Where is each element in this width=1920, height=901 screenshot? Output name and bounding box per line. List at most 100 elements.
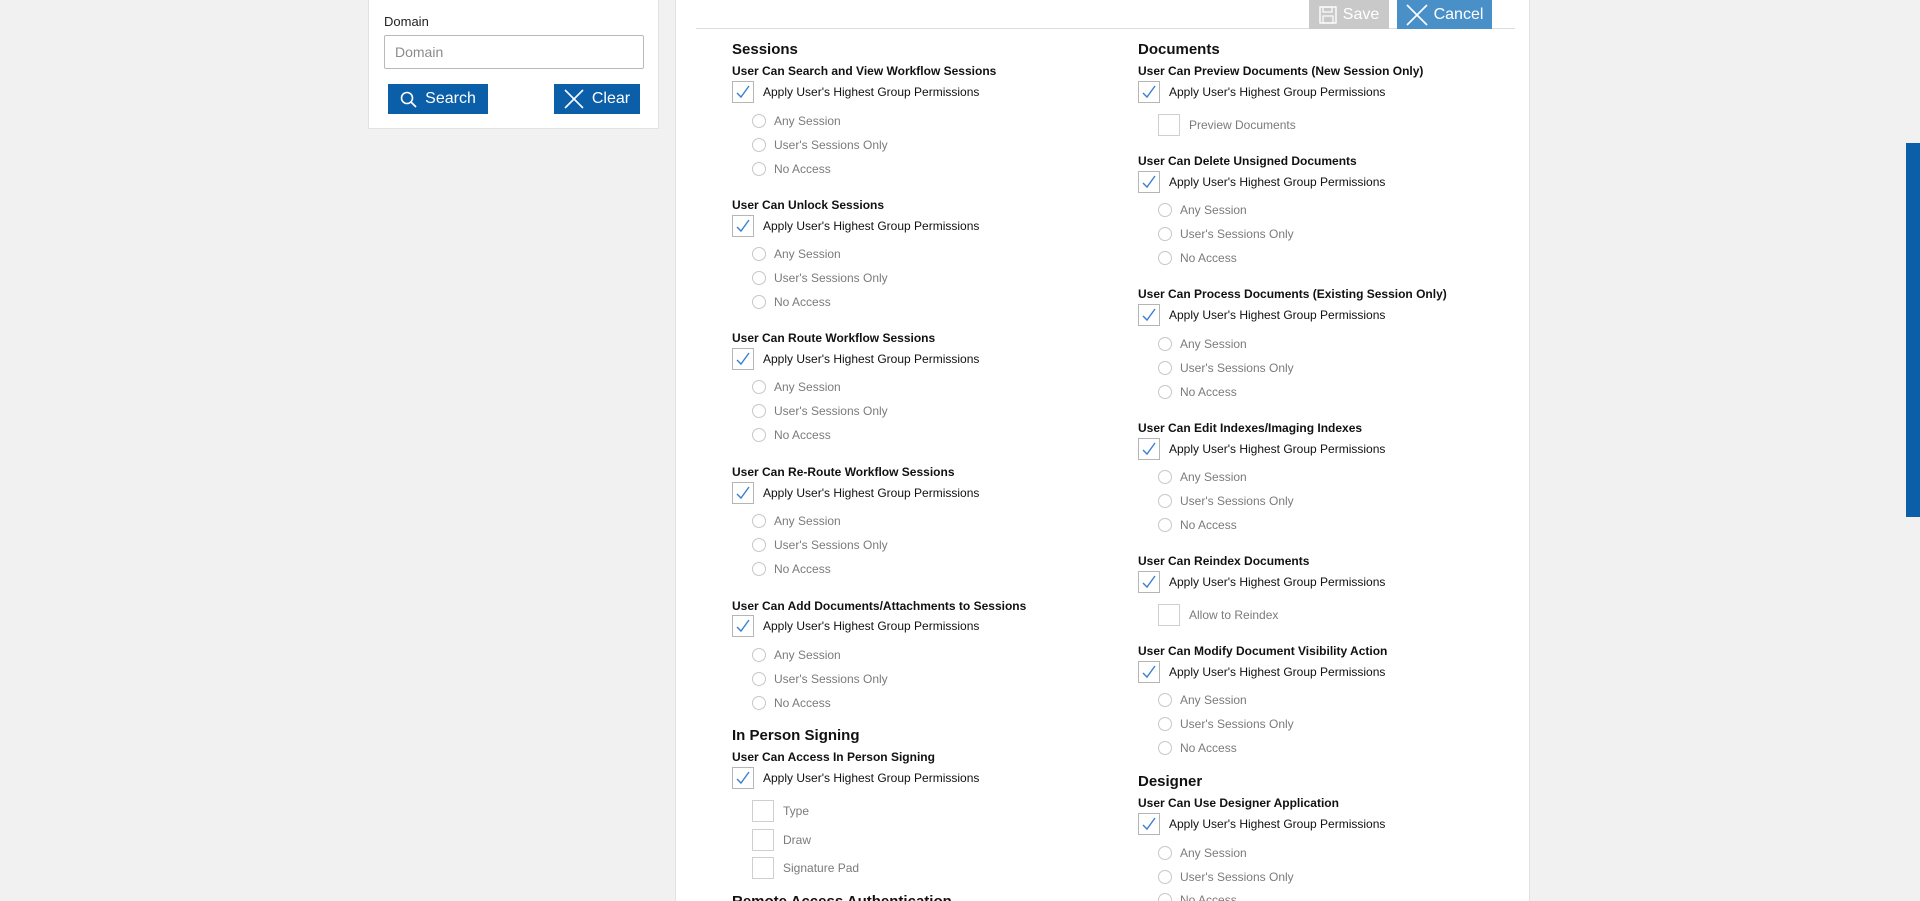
radio-button[interactable] [1158, 717, 1172, 731]
checkbox[interactable] [732, 482, 754, 504]
checkbox[interactable] [1158, 604, 1180, 626]
radio-button[interactable] [1158, 741, 1172, 755]
radio-no-access[interactable]: No Access [752, 295, 831, 309]
apply-row[interactable]: Apply User's Highest Group Permissions [732, 615, 979, 637]
checkbox[interactable] [1138, 661, 1160, 683]
radio-any-session[interactable]: Any Session [752, 514, 841, 528]
scrollbar-thumb[interactable] [1906, 143, 1920, 517]
radio-users-sessions-only[interactable]: User's Sessions Only [1158, 494, 1294, 508]
radio-button[interactable] [752, 162, 766, 176]
checkbox[interactable] [752, 829, 774, 851]
radio-no-access[interactable]: No Access [1158, 385, 1237, 399]
radio-users-sessions-only[interactable]: User's Sessions Only [752, 271, 888, 285]
apply-row[interactable]: Apply User's Highest Group Permissions [1138, 81, 1385, 103]
radio-any-session[interactable]: Any Session [752, 380, 841, 394]
radio-button[interactable] [1158, 518, 1172, 532]
radio-button[interactable] [752, 247, 766, 261]
radio-button[interactable] [752, 696, 766, 710]
radio-no-access[interactable]: No Access [752, 562, 831, 576]
cancel-button[interactable]: Cancel [1397, 0, 1492, 29]
apply-row[interactable]: Apply User's Highest Group Permissions [1138, 813, 1385, 835]
radio-button[interactable] [752, 295, 766, 309]
radio-button[interactable] [1158, 251, 1172, 265]
clear-button[interactable]: Clear [554, 84, 640, 114]
apply-row[interactable]: Apply User's Highest Group Permissions [1138, 171, 1385, 193]
checkbox-preview-documents[interactable]: Preview Documents [1158, 114, 1296, 136]
radio-button[interactable] [1158, 337, 1172, 351]
radio-any-session[interactable]: Any Session [752, 648, 841, 662]
radio-button[interactable] [752, 538, 766, 552]
radio-any-session[interactable]: Any Session [752, 247, 841, 261]
checkbox-signature-pad[interactable]: Signature Pad [752, 857, 859, 879]
checkbox[interactable] [1138, 813, 1160, 835]
checkbox[interactable] [732, 81, 754, 103]
radio-button[interactable] [752, 114, 766, 128]
apply-row[interactable]: Apply User's Highest Group Permissions [1138, 438, 1385, 460]
apply-row[interactable]: Apply User's Highest Group Permissions [732, 767, 979, 789]
radio-button[interactable] [752, 271, 766, 285]
apply-row[interactable]: Apply User's Highest Group Permissions [1138, 304, 1385, 326]
radio-any-session[interactable]: Any Session [1158, 846, 1247, 860]
radio-button[interactable] [752, 648, 766, 662]
radio-button[interactable] [1158, 893, 1172, 901]
radio-button[interactable] [1158, 846, 1172, 860]
radio-button[interactable] [1158, 385, 1172, 399]
radio-no-access[interactable]: No Access [1158, 741, 1237, 755]
radio-users-sessions-only[interactable]: User's Sessions Only [752, 404, 888, 418]
apply-row[interactable]: Apply User's Highest Group Permissions [732, 81, 979, 103]
checkbox[interactable] [1138, 171, 1160, 193]
radio-button[interactable] [752, 380, 766, 394]
checkbox[interactable] [1158, 114, 1180, 136]
checkbox[interactable] [732, 215, 754, 237]
checkbox[interactable] [752, 857, 774, 879]
checkbox[interactable] [1138, 304, 1160, 326]
checkbox[interactable] [1138, 81, 1160, 103]
radio-button[interactable] [1158, 870, 1172, 884]
radio-users-sessions-only[interactable]: User's Sessions Only [752, 538, 888, 552]
radio-button[interactable] [1158, 693, 1172, 707]
checkbox[interactable] [732, 348, 754, 370]
apply-row[interactable]: Apply User's Highest Group Permissions [732, 348, 979, 370]
radio-users-sessions-only[interactable]: User's Sessions Only [1158, 227, 1294, 241]
radio-users-sessions-only[interactable]: User's Sessions Only [752, 672, 888, 686]
radio-users-sessions-only[interactable]: User's Sessions Only [1158, 361, 1294, 375]
radio-any-session[interactable]: Any Session [1158, 203, 1247, 217]
radio-button[interactable] [752, 138, 766, 152]
radio-no-access[interactable]: No Access [1158, 251, 1237, 265]
radio-no-access[interactable]: No Access [752, 428, 831, 442]
radio-any-session[interactable]: Any Session [1158, 693, 1247, 707]
radio-button[interactable] [752, 428, 766, 442]
radio-no-access[interactable]: No Access [752, 162, 831, 176]
radio-users-sessions-only[interactable]: User's Sessions Only [752, 138, 888, 152]
checkbox-draw[interactable]: Draw [752, 829, 811, 851]
radio-any-session[interactable]: Any Session [1158, 470, 1247, 484]
radio-button[interactable] [1158, 470, 1172, 484]
radio-users-sessions-only[interactable]: User's Sessions Only [1158, 870, 1294, 884]
apply-row[interactable]: Apply User's Highest Group Permissions [1138, 571, 1385, 593]
radio-button[interactable] [752, 514, 766, 528]
checkbox[interactable] [732, 615, 754, 637]
apply-row[interactable]: Apply User's Highest Group Permissions [732, 482, 979, 504]
domain-input[interactable] [384, 35, 644, 69]
radio-button[interactable] [752, 672, 766, 686]
checkbox[interactable] [1138, 571, 1160, 593]
checkbox[interactable] [1138, 438, 1160, 460]
radio-any-session[interactable]: Any Session [752, 114, 841, 128]
radio-no-access[interactable]: No Access [1158, 518, 1237, 532]
search-button[interactable]: Search [388, 84, 488, 114]
radio-no-access[interactable]: No Access [752, 696, 831, 710]
checkbox-allow-reindex[interactable]: Allow to Reindex [1158, 604, 1278, 626]
checkbox[interactable] [752, 800, 774, 822]
apply-row[interactable]: Apply User's Highest Group Permissions [732, 215, 979, 237]
radio-button[interactable] [1158, 494, 1172, 508]
radio-button[interactable] [752, 562, 766, 576]
radio-users-sessions-only[interactable]: User's Sessions Only [1158, 717, 1294, 731]
radio-button[interactable] [1158, 227, 1172, 241]
checkbox[interactable] [732, 767, 754, 789]
checkbox-type[interactable]: Type [752, 800, 809, 822]
radio-button[interactable] [752, 404, 766, 418]
radio-any-session[interactable]: Any Session [1158, 337, 1247, 351]
apply-row[interactable]: Apply User's Highest Group Permissions [1138, 661, 1385, 683]
save-button[interactable]: Save [1309, 0, 1389, 29]
radio-button[interactable] [1158, 361, 1172, 375]
